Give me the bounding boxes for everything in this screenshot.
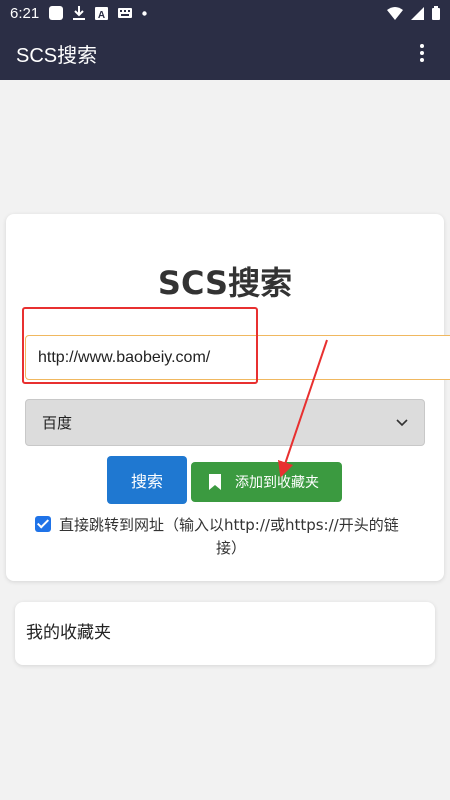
search-card: SCS搜索 百度 搜索 添加到收藏夹 直接跳转到网址（输入以http://或ht… [6,214,450,581]
search-engine-select[interactable]: 百度 [25,399,425,446]
signal-icon [411,6,424,20]
app-bar: SCS搜索 [0,26,450,80]
direct-jump-label-cont: 接） [215,539,246,557]
app-icon [49,6,64,20]
battery-icon [432,6,440,20]
status-bar: 6:21 A [0,0,450,26]
favorites-card: 我的收藏夹 [15,602,435,665]
direct-jump-option: 直接跳转到网址（输入以http://或https://开头的链 接） [35,514,427,560]
direct-jump-checkbox[interactable] [35,516,51,532]
notification-icons: A [49,6,147,20]
search-engine-value: 百度 [42,414,73,432]
wifi-icon [387,6,403,20]
search-button[interactable]: 搜索 [107,456,187,504]
keyboard-icon [118,8,133,18]
favorites-title: 我的收藏夹 [26,623,111,643]
download-icon [73,6,86,20]
font-icon: A [95,6,109,20]
chevron-down-icon [396,418,408,427]
search-heading: SCS搜索 [157,264,293,302]
add-bookmark-label: 添加到收藏夹 [235,475,319,491]
system-icons [387,6,440,20]
svg-text:A: A [98,10,105,20]
status-time: 6:21 [10,4,40,22]
more-vert-icon[interactable] [410,41,434,65]
app-title: SCS搜索 [16,44,98,67]
bookmark-icon [209,474,221,490]
url-input[interactable] [25,335,450,380]
direct-jump-label: 直接跳转到网址（输入以http://或https://开头的链 [59,516,399,534]
dot-icon [142,10,147,16]
add-bookmark-button[interactable]: 添加到收藏夹 [191,462,342,502]
